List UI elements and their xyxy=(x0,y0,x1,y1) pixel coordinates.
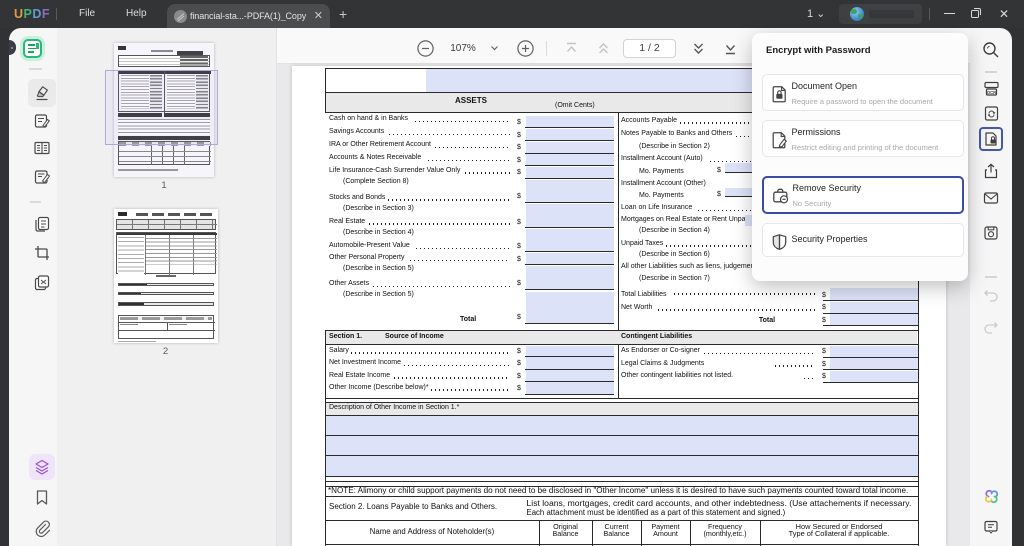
svg-text:OCR: OCR xyxy=(986,90,995,95)
